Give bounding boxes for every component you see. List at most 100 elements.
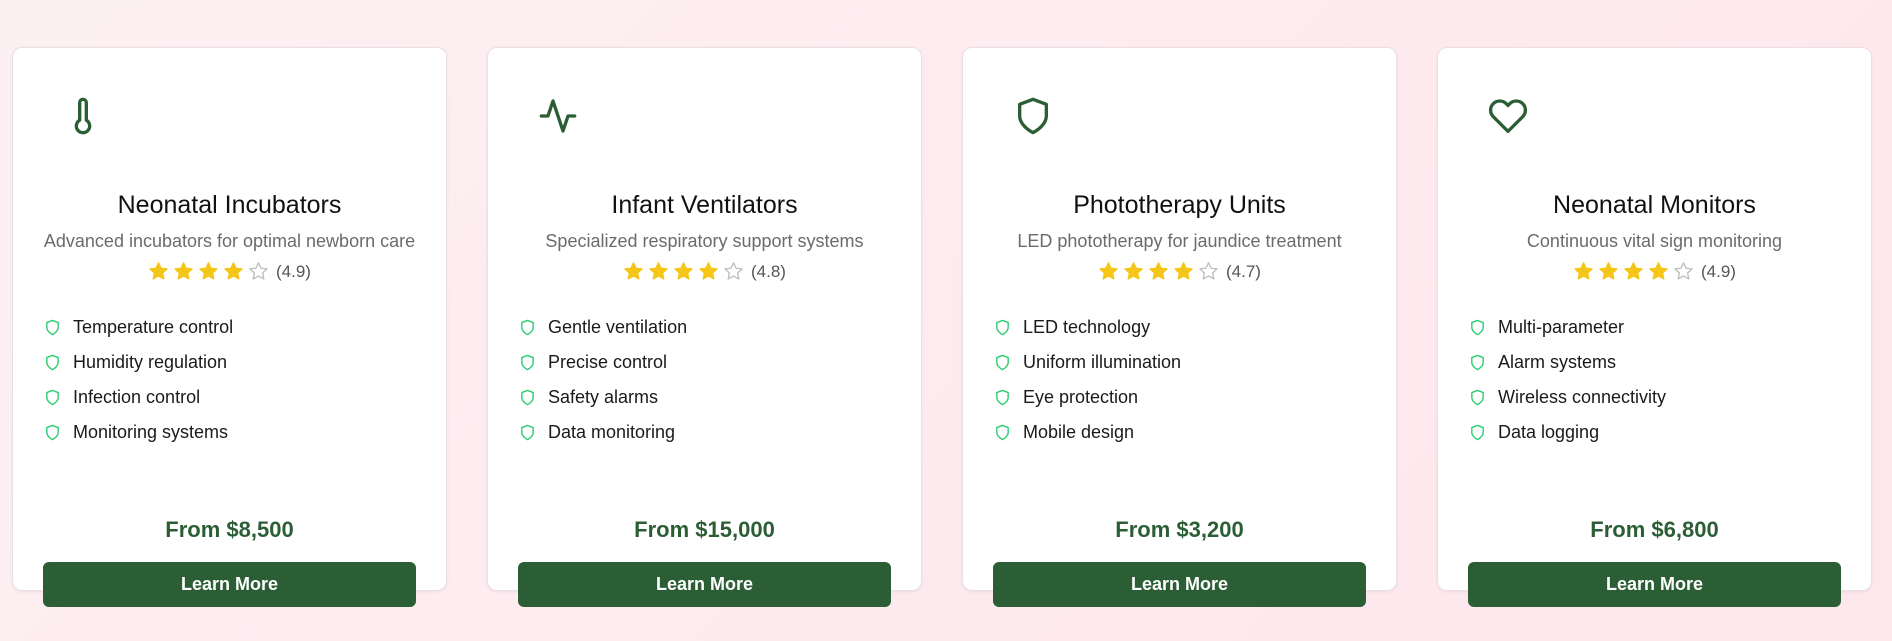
price: From $15,000 [634, 517, 775, 542]
shield-check-icon [46, 424, 59, 441]
feature-label: Infection control [73, 387, 201, 407]
feature-item: Data monitoring [519, 415, 687, 450]
feature-item: Wireless connectivity [1469, 380, 1666, 415]
feature-label: Temperature control [73, 317, 234, 337]
shield-check-icon [521, 389, 534, 406]
feature-label: Wireless connectivity [1498, 387, 1667, 407]
star-filled-icon [1174, 262, 1193, 280]
price: From $8,500 [165, 517, 294, 542]
feature-label: Alarm systems [1498, 352, 1617, 372]
star-empty-icon [1674, 262, 1693, 280]
feature-label: Uniform illumination [1023, 352, 1182, 372]
shield-check-icon [521, 319, 534, 336]
card-description: Advanced incubators for optimal newborn … [43, 231, 416, 251]
star-filled-icon [624, 262, 643, 280]
shield-check-icon [1471, 354, 1484, 371]
product-card: Infant Ventilators Specialized respirato… [487, 47, 922, 607]
star-empty-icon [249, 262, 268, 280]
feature-item: Alarm systems [1469, 345, 1666, 380]
star-filled-icon [649, 262, 668, 280]
star-empty-icon [724, 262, 743, 280]
learn-more-button[interactable]: Learn More [518, 562, 891, 607]
star-rating: (4.7) [963, 261, 1396, 282]
shield-check-icon [996, 354, 1009, 371]
feature-label: Multi-parameter [1498, 317, 1625, 337]
feature-item: Humidity regulation [44, 345, 233, 380]
card-description: Continuous vital sign monitoring [1526, 231, 1783, 251]
feature-item: Temperature control [44, 310, 233, 345]
card-title: Phototherapy Units [1073, 191, 1286, 219]
thermometer-icon [63, 96, 103, 136]
feature-label: Safety alarms [548, 387, 659, 407]
feature-label: Monitoring systems [73, 422, 229, 442]
feature-item: Monitoring systems [44, 415, 233, 450]
star-filled-icon [1599, 262, 1618, 280]
shield-check-icon [996, 319, 1009, 336]
shield-check-icon [46, 319, 59, 336]
card-title: Infant Ventilators [611, 191, 798, 219]
shield-check-icon [1471, 389, 1484, 406]
learn-more-button[interactable]: Learn More [1468, 562, 1841, 607]
shield-check-icon [521, 424, 534, 441]
card-title: Neonatal Incubators [117, 191, 342, 219]
product-card: Neonatal Monitors Continuous vital sign … [1437, 47, 1872, 607]
star-rating: (4.9) [13, 261, 446, 282]
product-card: Phototherapy Units LED phototherapy for … [962, 47, 1397, 607]
star-filled-icon [199, 262, 218, 280]
feature-label: Data monitoring [548, 422, 676, 442]
rating-value: (4.9) [276, 261, 311, 281]
feature-list: LED technology Uniform illumination Eye … [994, 310, 1181, 450]
star-filled-icon [674, 262, 693, 280]
feature-item: Eye protection [994, 380, 1181, 415]
feature-label: Eye protection [1023, 387, 1139, 407]
product-card: Neonatal Incubators Advanced incubators … [12, 47, 447, 607]
rating-value: (4.8) [751, 261, 786, 281]
feature-label: Humidity regulation [73, 352, 228, 372]
card-title: Neonatal Monitors [1553, 191, 1756, 219]
shield-check-icon [46, 354, 59, 371]
heart-icon [1488, 96, 1528, 136]
feature-item: Data logging [1469, 415, 1666, 450]
shield-check-icon [521, 354, 534, 371]
star-filled-icon [224, 262, 243, 280]
star-filled-icon [1649, 262, 1668, 280]
feature-item: Safety alarms [519, 380, 687, 415]
feature-label: Data logging [1498, 422, 1600, 442]
star-filled-icon [1124, 262, 1143, 280]
price: From $3,200 [1115, 517, 1244, 542]
shield-check-icon [1471, 319, 1484, 336]
feature-list: Temperature control Humidity regulation … [44, 310, 233, 450]
star-filled-icon [174, 262, 193, 280]
price: From $6,800 [1590, 517, 1719, 542]
feature-item: Mobile design [994, 415, 1181, 450]
feature-label: Gentle ventilation [548, 317, 688, 337]
star-filled-icon [1149, 262, 1168, 280]
feature-item: Multi-parameter [1469, 310, 1666, 345]
star-filled-icon [1099, 262, 1118, 280]
feature-list: Gentle ventilation Precise control Safet… [519, 310, 687, 450]
star-empty-icon [1199, 262, 1218, 280]
feature-item: Uniform illumination [994, 345, 1181, 380]
star-filled-icon [1574, 262, 1593, 280]
feature-item: Gentle ventilation [519, 310, 687, 345]
learn-more-button[interactable]: Learn More [993, 562, 1366, 607]
rating-value: (4.7) [1226, 261, 1261, 281]
star-filled-icon [149, 262, 168, 280]
shield-check-icon [46, 389, 59, 406]
rating-value: (4.9) [1701, 261, 1736, 281]
shield-icon [1013, 96, 1053, 136]
feature-item: LED technology [994, 310, 1181, 345]
activity-icon [538, 96, 578, 136]
shield-check-icon [996, 389, 1009, 406]
star-filled-icon [1624, 262, 1643, 280]
shield-check-icon [1471, 424, 1484, 441]
card-description: Specialized respiratory support systems [545, 231, 864, 251]
star-rating: (4.9) [1438, 261, 1871, 282]
feature-label: LED technology [1023, 317, 1151, 337]
learn-more-button[interactable]: Learn More [43, 562, 416, 607]
star-rating: (4.8) [488, 261, 921, 282]
star-filled-icon [699, 262, 718, 280]
feature-label: Precise control [548, 352, 668, 372]
feature-item: Infection control [44, 380, 233, 415]
feature-item: Precise control [519, 345, 687, 380]
